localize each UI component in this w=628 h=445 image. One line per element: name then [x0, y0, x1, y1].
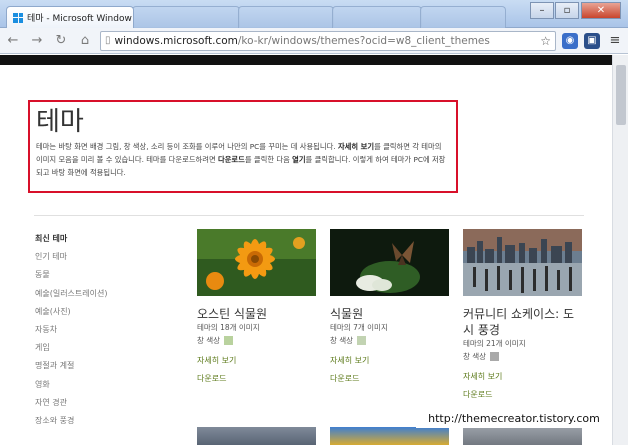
background-tab-2[interactable] [238, 6, 334, 28]
theme-image-count: 테마의 7개 이미지 [330, 323, 388, 332]
window-close-button[interactable]: ✕ [581, 2, 621, 19]
home-icon[interactable]: ⌂ [76, 32, 94, 50]
theme-thumbnail-cityscape[interactable] [463, 229, 582, 296]
address-bar[interactable]: ▯ windows.microsoft.com/ko-kr/windows/th… [100, 30, 556, 51]
download-link[interactable]: 다운로드 [197, 374, 317, 384]
theme-thumbnail-partial[interactable] [463, 427, 582, 445]
category-popular[interactable]: 인기 테마 [35, 248, 165, 266]
category-latest[interactable]: 최신 테마 [35, 230, 165, 248]
category-animals[interactable]: 동물 [35, 266, 165, 284]
category-holidays-seasons[interactable]: 명절과 계절 [35, 357, 165, 375]
category-nav: 최신 테마 인기 테마 동물 예술(일러스트레이션) 예술(사진) 자동차 게임… [35, 230, 165, 430]
intro-highlight-box: 테마 테마는 바탕 화면 배경 그림, 창 색상, 소리 등이 조화를 이루어 … [28, 100, 458, 193]
background-tab-1[interactable] [132, 6, 240, 28]
theme-name: 오스틴 식물원 [197, 307, 268, 321]
theme-thumbnail-butterfly[interactable] [330, 229, 449, 296]
category-nature[interactable]: 자연 경관 [35, 394, 165, 412]
details-link[interactable]: 자세히 보기 [197, 356, 317, 366]
browser-titlebar: 테마 - Microsoft Window ✕ – ▫ ✕ [0, 0, 628, 28]
theme-window-color: 창 색상 [330, 334, 450, 347]
background-tab-4[interactable] [420, 6, 506, 28]
browser-toolbar: ← → ↻ ⌂ ▯ windows.microsoft.com/ko-kr/wi… [0, 28, 628, 54]
site-header-bar [0, 55, 612, 65]
theme-window-color: 창 색상 [197, 334, 317, 347]
watermark-text: http://themecreator.tistory.com [416, 408, 612, 428]
theme-thumbnail-flower[interactable] [197, 229, 316, 296]
page-title: 테마 [36, 107, 84, 137]
maximize-button[interactable]: ▫ [555, 2, 579, 19]
page-scrollbar[interactable] [612, 55, 628, 445]
theme-card: 식물원 테마의 7개 이미지 창 색상 자세히 보기 다운로드 [330, 229, 450, 384]
minimize-button[interactable]: – [530, 2, 554, 19]
address-host: windows.microsoft.com [114, 34, 238, 47]
extension-globe-icon[interactable]: ◉ [562, 32, 578, 49]
category-cars[interactable]: 자동차 [35, 321, 165, 339]
bookmark-star-icon[interactable]: ☆ [540, 34, 551, 48]
reload-icon[interactable]: ↻ [52, 32, 70, 50]
tab-themes[interactable]: 테마 - Microsoft Window ✕ [6, 6, 134, 28]
menu-icon[interactable]: ≡ [606, 32, 624, 50]
forward-arrow-icon[interactable]: → [28, 32, 46, 50]
details-link[interactable]: 자세히 보기 [330, 356, 450, 366]
page-icon: ▯ [105, 35, 111, 46]
theme-window-color: 창 색상 [463, 350, 583, 363]
theme-name: 커뮤니티 쇼케이스: 도시 풍경 [463, 307, 575, 337]
theme-name: 식물원 [330, 307, 364, 321]
theme-card: 커뮤니티 쇼케이스: 도시 풍경 테마의 21개 이미지 창 색상 자세히 보기… [463, 229, 583, 400]
color-swatch [224, 336, 234, 345]
category-movies[interactable]: 영화 [35, 376, 165, 394]
extension-box-icon[interactable]: ▣ [584, 32, 600, 49]
page-viewport: 테마 테마는 바탕 화면 배경 그림, 창 색상, 소리 등이 조화를 이루어 … [0, 55, 612, 445]
back-arrow-icon[interactable]: ← [4, 32, 22, 50]
color-swatch [357, 336, 367, 345]
theme-image-count: 테마의 21개 이미지 [463, 339, 526, 348]
download-link[interactable]: 다운로드 [463, 390, 583, 400]
theme-image-count: 테마의 18개 이미지 [197, 323, 260, 332]
windows-logo-icon [13, 12, 23, 23]
theme-card: 오스틴 식물원 테마의 18개 이미지 창 색상 자세히 보기 다운로드 [197, 229, 317, 384]
background-tab-3[interactable] [332, 6, 422, 28]
category-games[interactable]: 게임 [35, 339, 165, 357]
theme-thumbnail-partial[interactable] [330, 427, 449, 445]
theme-thumbnail-partial[interactable] [197, 427, 316, 445]
scrollbar-thumb[interactable] [616, 65, 626, 125]
download-link[interactable]: 다운로드 [330, 374, 450, 384]
section-divider [34, 215, 584, 216]
category-art-illustration[interactable]: 예술(일러스트레이션) [35, 285, 165, 303]
address-path: /ko-kr/windows/themes?ocid=w8_client_the… [237, 34, 490, 47]
color-swatch [490, 352, 500, 361]
intro-text: 테마는 바탕 화면 배경 그림, 창 색상, 소리 등이 조화를 이루어 나만의… [36, 142, 446, 177]
category-art-photo[interactable]: 예술(사진) [35, 303, 165, 321]
tab-title: 테마 - Microsoft Window [27, 14, 132, 24]
category-places[interactable]: 장소와 풍경 [35, 412, 165, 430]
details-link[interactable]: 자세히 보기 [463, 372, 583, 382]
